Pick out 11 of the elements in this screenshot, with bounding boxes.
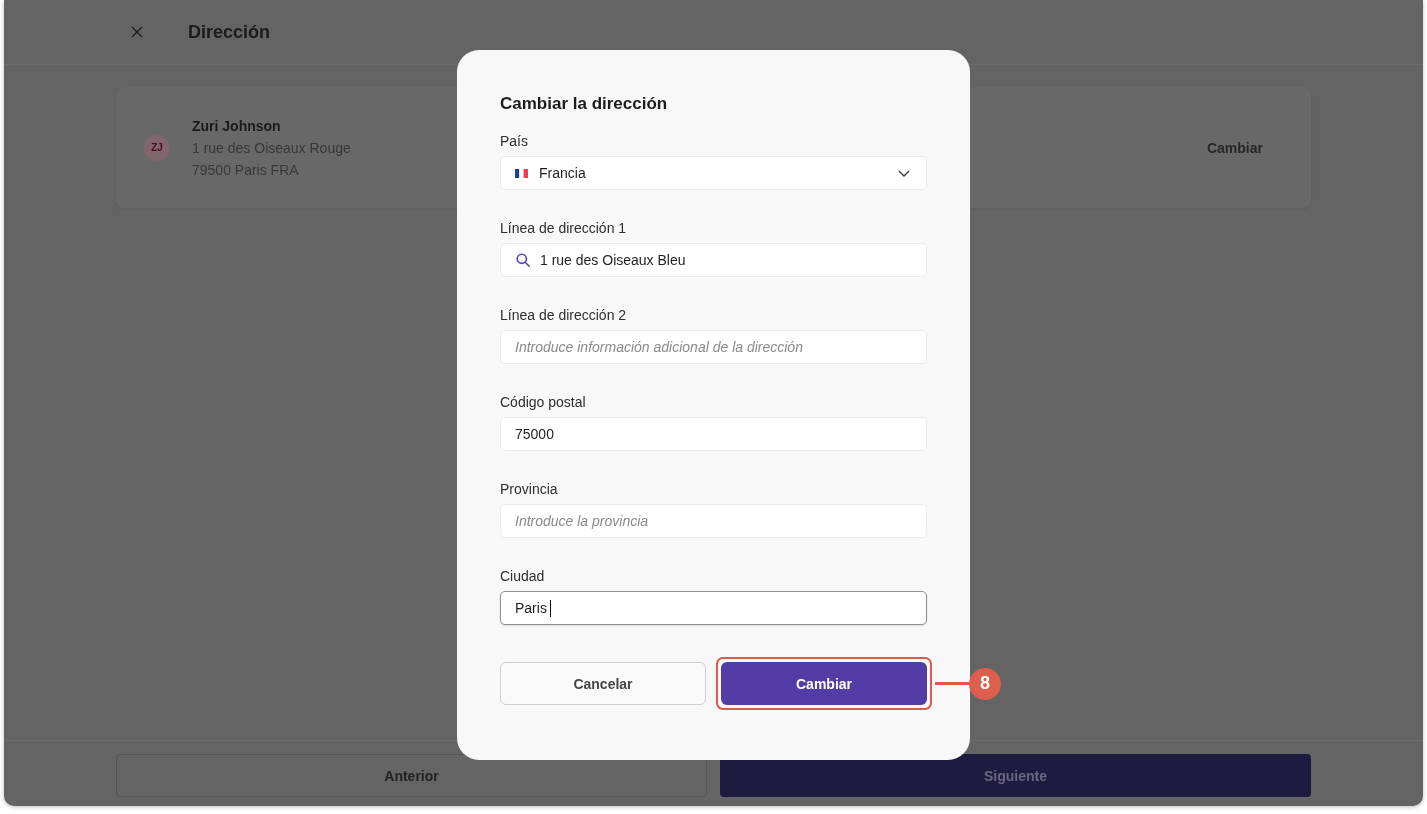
field-label: Línea de dirección 2 bbox=[500, 306, 628, 325]
field-label: Línea de dirección 1 bbox=[500, 219, 628, 238]
dialog-title: Cambiar la dirección bbox=[500, 93, 669, 115]
callout-badge: 8 bbox=[969, 667, 1001, 700]
window-title: Dirección bbox=[188, 21, 271, 43]
field-label: Código postal bbox=[500, 393, 587, 412]
field-label: País bbox=[500, 132, 529, 151]
field-label: Provincia bbox=[500, 480, 559, 499]
field-label: Ciudad bbox=[500, 567, 546, 586]
avatar: ZJ bbox=[144, 134, 170, 161]
contact-name: Zuri Johnson bbox=[192, 116, 282, 136]
